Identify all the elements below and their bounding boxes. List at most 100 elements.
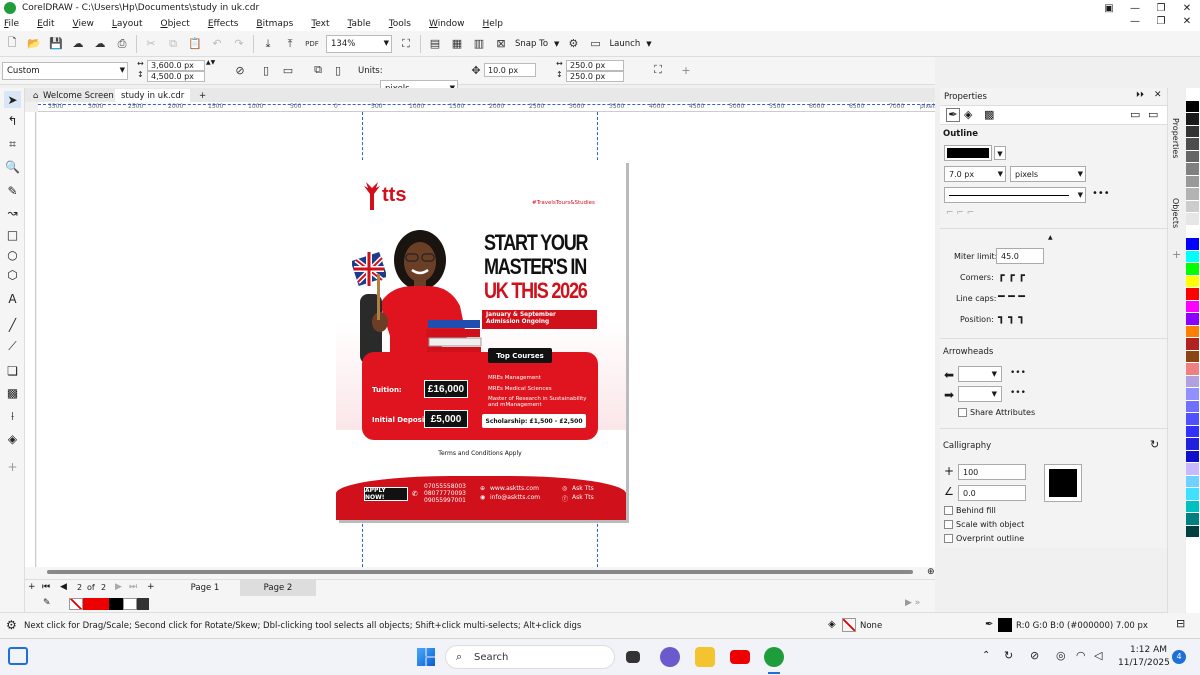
swatch-dark[interactable] — [137, 598, 149, 610]
eyedropper-icon[interactable]: ✎ — [43, 598, 51, 608]
palette-swatch[interactable] — [1186, 363, 1199, 376]
palette-swatch[interactable] — [1186, 350, 1199, 363]
line-style-picker[interactable]: ▼ — [944, 187, 1086, 203]
paste-icon[interactable]: 📋 — [187, 36, 203, 52]
tray-app2-icon[interactable]: ◎ — [1056, 649, 1066, 662]
coreldraw-taskbar-icon[interactable] — [764, 647, 784, 667]
palette-swatch[interactable] — [1186, 425, 1199, 438]
crop-tool-icon[interactable]: ⌗ — [4, 136, 21, 153]
palette-swatch[interactable] — [1186, 88, 1199, 101]
cloud-sync-icon[interactable]: ☁ — [92, 36, 108, 52]
current-page-icon[interactable]: ▯ — [330, 62, 346, 78]
palette-swatch[interactable] — [1186, 413, 1199, 426]
palette-swatch[interactable] — [1186, 463, 1199, 476]
rulers-icon[interactable]: ▤ — [427, 36, 443, 52]
blend-tool-icon[interactable]: ⟋ — [4, 338, 21, 355]
menu-table[interactable]: Table — [348, 19, 371, 29]
all-pages-icon[interactable]: ⧉ — [310, 62, 326, 78]
grid-icon[interactable]: ▦ — [449, 36, 465, 52]
widgets-icon[interactable] — [8, 647, 28, 665]
start-arrowhead-picker[interactable]: ▼ — [958, 366, 1002, 382]
clock-date[interactable]: 11/17/2025 — [1118, 658, 1170, 668]
doc-restore-button[interactable]: ❐ — [1148, 16, 1174, 27]
save-icon[interactable]: 💾 — [48, 36, 64, 52]
fill-tool-icon[interactable]: ◈ — [4, 430, 21, 447]
menu-effects[interactable]: Effects — [208, 19, 239, 29]
behind-fill-checkbox[interactable] — [944, 506, 953, 515]
more-options-icon[interactable]: ••• — [1092, 188, 1110, 199]
page-width-field[interactable]: 3,600.0 px — [147, 60, 205, 71]
shadow-tool-icon[interactable]: ❏ — [4, 362, 21, 379]
line-tool-icon[interactable]: ╱ — [4, 316, 21, 333]
launch-icon[interactable]: ▭ — [587, 36, 603, 52]
shape-tool-icon[interactable]: ↰ — [4, 112, 21, 129]
palette-swatch[interactable] — [1186, 488, 1199, 501]
pdf-icon[interactable]: PDF — [304, 36, 320, 52]
first-page-icon[interactable]: ⏮ — [42, 582, 50, 592]
add-icon[interactable]: + — [678, 62, 694, 78]
tab-objects[interactable]: Objects — [1171, 198, 1180, 228]
transparency-tab-icon[interactable]: ▩ — [984, 108, 994, 121]
menu-edit[interactable]: Edit — [37, 19, 54, 29]
next-page-icon[interactable]: ▶ — [115, 582, 122, 592]
flyer-page[interactable]: tts #TravelsTours&Studies START YOUR MAS… — [336, 160, 626, 520]
stretch-field[interactable]: 100 — [958, 464, 1026, 480]
share-attributes-checkbox[interactable] — [958, 408, 967, 417]
youtube-icon[interactable] — [730, 650, 750, 664]
palette-scroll-icon[interactable]: ▶ » — [905, 598, 920, 608]
outline-color-picker[interactable] — [944, 145, 992, 161]
palette-swatch[interactable] — [1186, 188, 1199, 201]
page-height-field[interactable]: 4,500.0 px — [147, 71, 205, 82]
palette-swatch[interactable] — [1186, 338, 1199, 351]
outline-units-field[interactable]: pixels ▼ — [1010, 166, 1086, 182]
palette-swatch[interactable] — [1186, 263, 1199, 276]
swatch-none[interactable] — [69, 598, 83, 610]
palette-swatch[interactable] — [1186, 138, 1199, 151]
palette-swatch[interactable] — [1186, 388, 1199, 401]
swatch-black[interactable] — [109, 598, 123, 610]
page-tab-2[interactable]: Page 2 — [240, 580, 316, 596]
ellipse-tool-icon[interactable]: ○ — [4, 246, 21, 263]
tray-sync-icon[interactable]: ↻ — [1004, 649, 1013, 662]
corner-style-icons[interactable]: ┏ ┏ ┏ — [998, 269, 1025, 282]
start-icon[interactable] — [417, 648, 435, 666]
palette-swatch[interactable] — [1186, 450, 1199, 463]
swatch-red[interactable] — [83, 598, 109, 610]
swatch-white[interactable] — [123, 598, 137, 610]
launch-button[interactable]: Launch — [609, 39, 640, 49]
miter-field[interactable]: 45.0 — [996, 248, 1044, 264]
guidelines-icon[interactable]: ▥ — [471, 36, 487, 52]
tray-app-icon[interactable]: ⊘ — [1030, 649, 1039, 662]
horizontal-scrollbar[interactable]: ⊕ — [25, 567, 935, 579]
volume-icon[interactable]: ◁ — [1094, 649, 1102, 662]
teams-icon[interactable] — [660, 647, 680, 667]
duplicate-x-field[interactable]: 250.0 px — [566, 60, 624, 71]
palette-swatch[interactable] — [1186, 275, 1199, 288]
doc-close-button[interactable]: ✕ — [1174, 16, 1200, 27]
redo-icon[interactable]: ↷ — [231, 36, 247, 52]
palette-swatch[interactable] — [1186, 325, 1199, 338]
wifi-icon[interactable]: ◠ — [1076, 649, 1086, 662]
zoom-combo[interactable]: 134% ▼ — [326, 34, 392, 53]
reset-icon[interactable]: ↻ — [1150, 438, 1159, 451]
search-box[interactable]: ⌕ Search — [445, 645, 615, 669]
notification-badge[interactable]: 4 — [1172, 650, 1186, 664]
end-arrowhead-picker[interactable]: ▼ — [958, 386, 1002, 402]
menu-bitmaps[interactable]: Bitmaps — [256, 19, 293, 29]
tab-welcome-screen[interactable]: Welcome Screen — [37, 89, 120, 102]
undo-icon[interactable]: ↶ — [209, 36, 225, 52]
position-icons[interactable]: ┓ ┓ ┓ — [998, 311, 1025, 324]
scroll-thumb[interactable] — [47, 570, 913, 574]
window-icon[interactable]: ▭ — [1130, 108, 1140, 121]
add-page-before-icon[interactable]: + — [28, 582, 36, 592]
vertical-ruler[interactable] — [25, 112, 36, 567]
doc-minimize-button[interactable]: — — [1122, 16, 1148, 27]
tab-study-in-uk[interactable]: study in uk.cdr — [115, 89, 191, 102]
export-icon[interactable]: ⤒ — [282, 36, 298, 52]
landscape-icon[interactable]: ▭ — [280, 62, 296, 78]
menu-view[interactable]: View — [73, 19, 94, 29]
tab-properties[interactable]: Properties — [1171, 118, 1180, 158]
more-options-icon[interactable]: ••• — [1010, 368, 1026, 378]
palette-swatch[interactable] — [1186, 163, 1199, 176]
palette-swatch[interactable] — [1186, 175, 1199, 188]
